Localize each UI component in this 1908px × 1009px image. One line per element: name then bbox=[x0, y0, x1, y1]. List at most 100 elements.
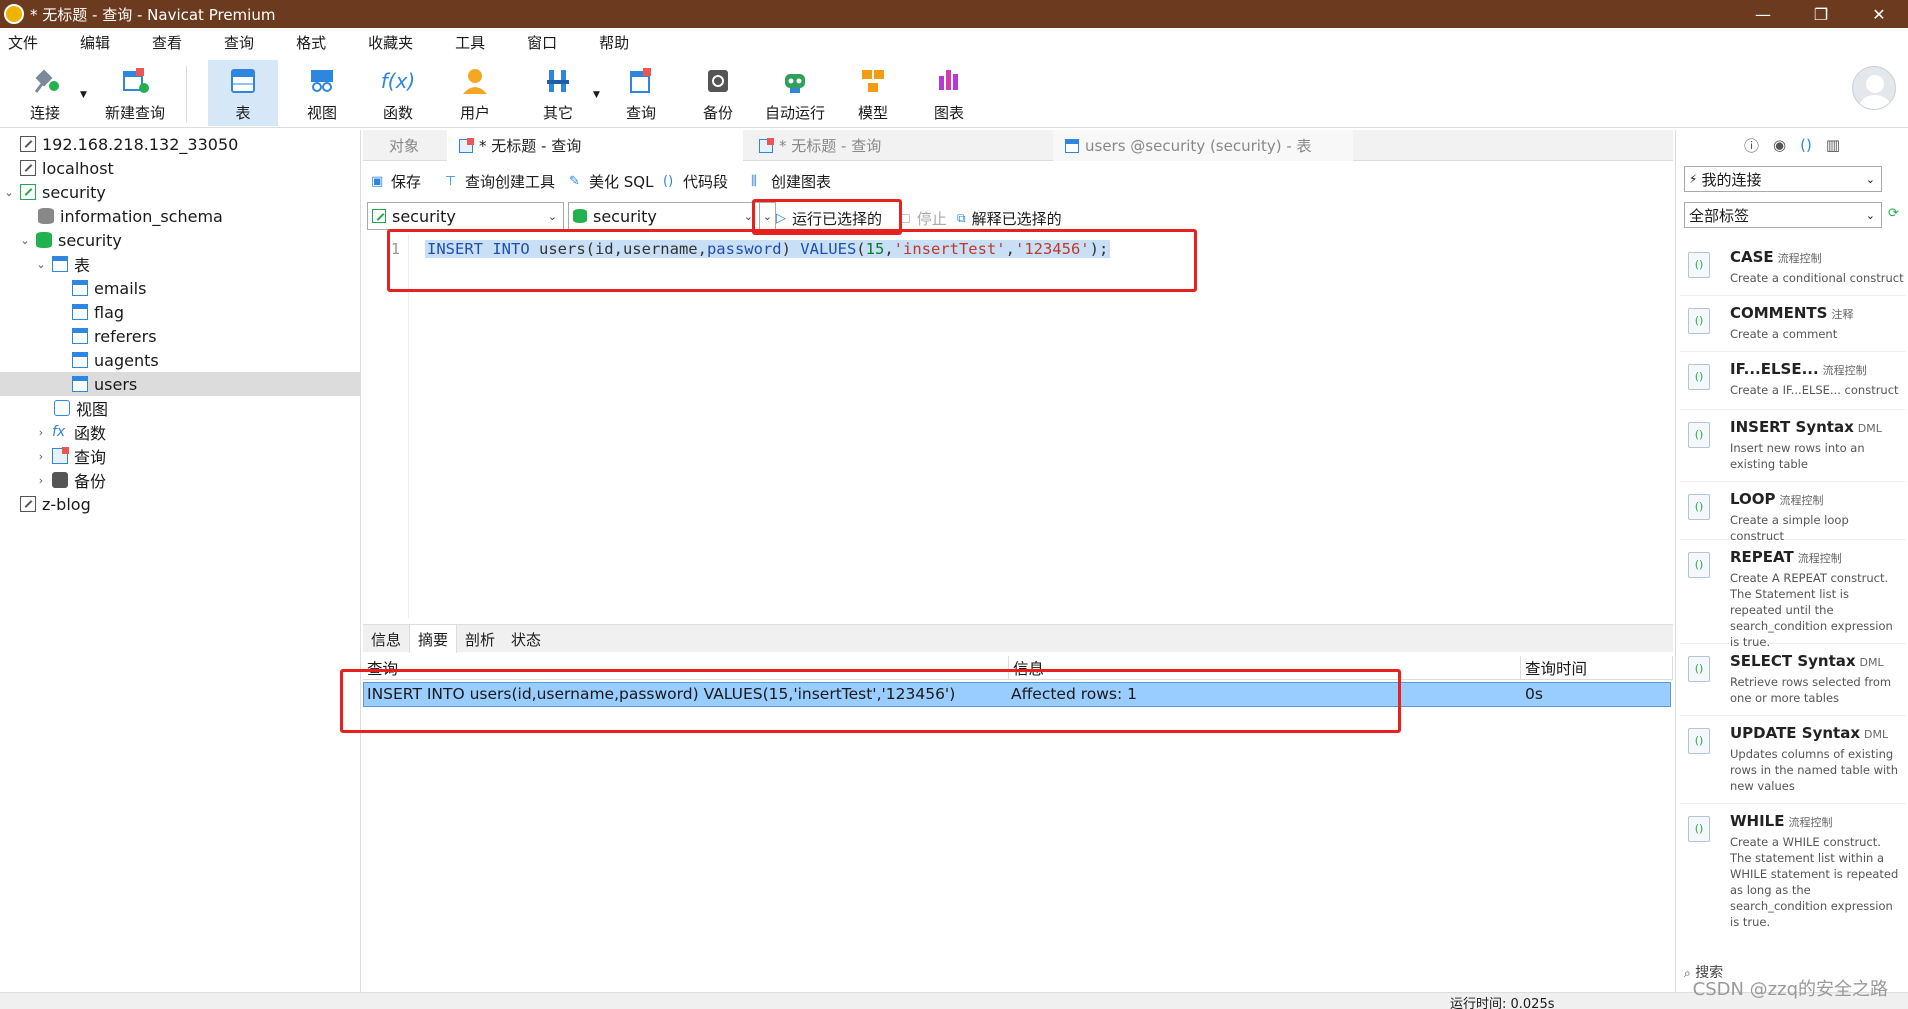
connection-filter-select[interactable]: ⚡ 我的连接 ⌄ bbox=[1684, 166, 1882, 192]
tree-item-security-conn[interactable]: ⌄ security bbox=[0, 180, 360, 204]
model-button[interactable]: 模型 bbox=[838, 60, 908, 126]
menu-format[interactable]: 格式 bbox=[288, 32, 336, 53]
beautify-icon: ✎ bbox=[569, 173, 580, 189]
tree-item-table-flag[interactable]: flag bbox=[0, 300, 360, 324]
tab-summary[interactable]: 摘要 bbox=[409, 625, 458, 653]
snippet-item[interactable]: () UPDATE Syntax DML Updates columns of e… bbox=[1680, 716, 1906, 804]
column-header-info[interactable]: 信息 bbox=[1009, 656, 1521, 680]
explain-icon: ⧉ bbox=[957, 211, 966, 225]
expand-caret-icon[interactable]: ⌄ bbox=[34, 258, 48, 271]
tree-item-security-db[interactable]: ⌄ security bbox=[0, 228, 360, 252]
tree-item-views[interactable]: 视图 bbox=[0, 396, 360, 420]
minimize-button[interactable]: — bbox=[1734, 0, 1792, 28]
snippet-item[interactable]: () REPEAT 流程控制 Create A REPEAT construct.… bbox=[1680, 540, 1906, 649]
snippet-item[interactable]: () WHILE 流程控制 Create a WHILE construct. T… bbox=[1680, 804, 1906, 929]
menu-tools[interactable]: 工具 bbox=[447, 32, 495, 53]
table-row[interactable]: INSERT INTO users(id,username,password) … bbox=[363, 682, 1671, 707]
snippet-item[interactable]: () CASE 流程控制 Create a conditional constru… bbox=[1680, 240, 1906, 296]
layout-icon[interactable]: ▥ bbox=[1826, 136, 1840, 154]
stop-button[interactable]: ☐ 停止 bbox=[900, 208, 947, 229]
menu-file[interactable]: 文件 bbox=[0, 32, 48, 53]
menu-query[interactable]: 查询 bbox=[216, 32, 264, 53]
save-button[interactable]: ▣ 保存 bbox=[371, 171, 421, 192]
auto-run-button[interactable]: 自动运行 bbox=[754, 60, 836, 126]
tab-untitled-query[interactable]: * 无标题 - 查询 bbox=[747, 130, 1047, 161]
info-icon[interactable]: ⓘ bbox=[1744, 135, 1759, 156]
function-icon: f(x) bbox=[380, 69, 416, 93]
collapse-caret-icon[interactable]: › bbox=[34, 450, 48, 463]
other-button[interactable]: 其它 bbox=[523, 60, 593, 126]
result-table: 查询 信息 查询时间 INSERT INTO users(id,username… bbox=[363, 656, 1673, 992]
tab-objects[interactable]: 对象 bbox=[363, 130, 445, 161]
document-tabs: 对象 * 无标题 - 查询 * 无标题 - 查询 users @security… bbox=[363, 130, 1673, 161]
backup-button[interactable]: 备份 bbox=[683, 60, 753, 126]
create-chart-button[interactable]: ⫼ 创建图表 bbox=[751, 171, 831, 192]
expand-caret-icon[interactable]: ⌄ bbox=[18, 234, 32, 247]
chart-button[interactable]: 图表 bbox=[914, 60, 984, 126]
run-selected-button[interactable]: ▷ 运行已选择的 bbox=[776, 208, 882, 229]
tree-item-localhost[interactable]: localhost bbox=[0, 156, 360, 180]
menu-window[interactable]: 窗口 bbox=[519, 32, 567, 53]
sql-text: ) bbox=[781, 240, 801, 258]
tree-item-table-users[interactable]: users bbox=[0, 372, 360, 396]
table-button[interactable]: 表 bbox=[208, 60, 278, 126]
tab-info[interactable]: 信息 bbox=[363, 625, 409, 653]
new-query-button[interactable]: 新建查询 bbox=[92, 60, 178, 126]
code-snippet-button[interactable]: () 代码段 bbox=[663, 171, 728, 192]
tab-profile[interactable]: 剖析 bbox=[457, 625, 503, 653]
maximize-button[interactable]: ❐ bbox=[1792, 0, 1850, 28]
tree-item-backups[interactable]: › 备份 bbox=[0, 468, 360, 492]
tree-item-table-uagents[interactable]: uagents bbox=[0, 348, 360, 372]
tree-item-z-blog[interactable]: z-blog bbox=[0, 492, 360, 516]
tab-status[interactable]: 状态 bbox=[503, 625, 549, 653]
watermark-text: CSDN @zzq的安全之路 bbox=[1692, 979, 1888, 1000]
function-button[interactable]: f(x) 函数 bbox=[363, 60, 433, 126]
database-select[interactable]: security ⌄ bbox=[568, 202, 760, 230]
expand-caret-icon[interactable]: ⌄ bbox=[2, 186, 16, 199]
query-builder-button[interactable]: ⊤ 查询创建工具 bbox=[445, 171, 555, 192]
database-select-dropdown[interactable]: ⌄ bbox=[760, 202, 776, 230]
tab-untitled-query-active[interactable]: * 无标题 - 查询 bbox=[447, 130, 743, 161]
collapse-caret-icon[interactable]: › bbox=[34, 474, 48, 487]
user-avatar[interactable] bbox=[1852, 66, 1896, 110]
connect-dropdown-icon[interactable]: ▼ bbox=[80, 90, 87, 100]
menu-edit[interactable]: 编辑 bbox=[72, 32, 120, 53]
column-header-time[interactable]: 查询时间 bbox=[1521, 656, 1673, 680]
snippet-item[interactable]: () COMMENTS 注释 Create a comment bbox=[1680, 296, 1906, 352]
snippet-item[interactable]: () IF...ELSE... 流程控制 Create a IF...ELSE..… bbox=[1680, 352, 1906, 410]
beautify-sql-button[interactable]: ✎ 美化 SQL bbox=[569, 171, 653, 192]
refresh-icon[interactable]: ⟳ bbox=[1888, 206, 1899, 221]
tree-item-table-emails[interactable]: emails bbox=[0, 276, 360, 300]
tree-item-conn-192[interactable]: 192.168.218.132_33050 bbox=[0, 132, 360, 156]
column-header-query[interactable]: 查询 bbox=[363, 656, 1009, 680]
eye-icon[interactable]: ◉ bbox=[1773, 136, 1786, 154]
collapse-caret-icon[interactable]: › bbox=[34, 426, 48, 439]
tree-item-table-referers[interactable]: referers bbox=[0, 324, 360, 348]
tree-item-information-schema[interactable]: information_schema bbox=[0, 204, 360, 228]
snippet-item[interactable]: () INSERT Syntax DML Insert new rows into… bbox=[1680, 410, 1906, 482]
query-icon bbox=[52, 447, 69, 464]
connection-select[interactable]: security ⌄ bbox=[367, 202, 564, 230]
tree-item-functions[interactable]: › fx 函数 bbox=[0, 420, 360, 444]
sql-text: ); bbox=[1089, 240, 1109, 258]
code-icon[interactable]: () bbox=[1800, 136, 1812, 154]
tag-filter-select[interactable]: 全部标签 ⌄ bbox=[1684, 202, 1882, 228]
connect-button[interactable]: 连接 bbox=[10, 60, 80, 126]
tree-item-tables[interactable]: ⌄ 表 bbox=[0, 252, 360, 276]
menu-favorites[interactable]: 收藏夹 bbox=[360, 32, 423, 53]
stop-icon: ☐ bbox=[900, 211, 911, 226]
tab-users-table[interactable]: users @security (security) - 表 bbox=[1053, 130, 1353, 161]
user-button[interactable]: 用户 bbox=[440, 60, 510, 126]
sql-editor[interactable]: 1 INSERT INTO users(id,username,password… bbox=[363, 234, 1673, 618]
close-button[interactable]: ✕ bbox=[1850, 0, 1908, 28]
query-button[interactable]: 查询 bbox=[606, 60, 676, 126]
explain-selected-button[interactable]: ⧉ 解释已选择的 bbox=[957, 208, 1062, 229]
snippet-item[interactable]: () LOOP 流程控制 Create a simple loop constru… bbox=[1680, 482, 1906, 543]
tree-item-queries[interactable]: › 查询 bbox=[0, 444, 360, 468]
other-dropdown-icon[interactable]: ▼ bbox=[593, 90, 600, 100]
menu-help[interactable]: 帮助 bbox=[591, 32, 639, 53]
menu-view[interactable]: 查看 bbox=[144, 32, 192, 53]
sql-code-line[interactable]: INSERT INTO users(id,username,password) … bbox=[425, 240, 1111, 258]
view-button[interactable]: 视图 bbox=[287, 60, 357, 126]
snippet-item[interactable]: () SELECT Syntax DML Retrieve rows select… bbox=[1680, 644, 1906, 716]
